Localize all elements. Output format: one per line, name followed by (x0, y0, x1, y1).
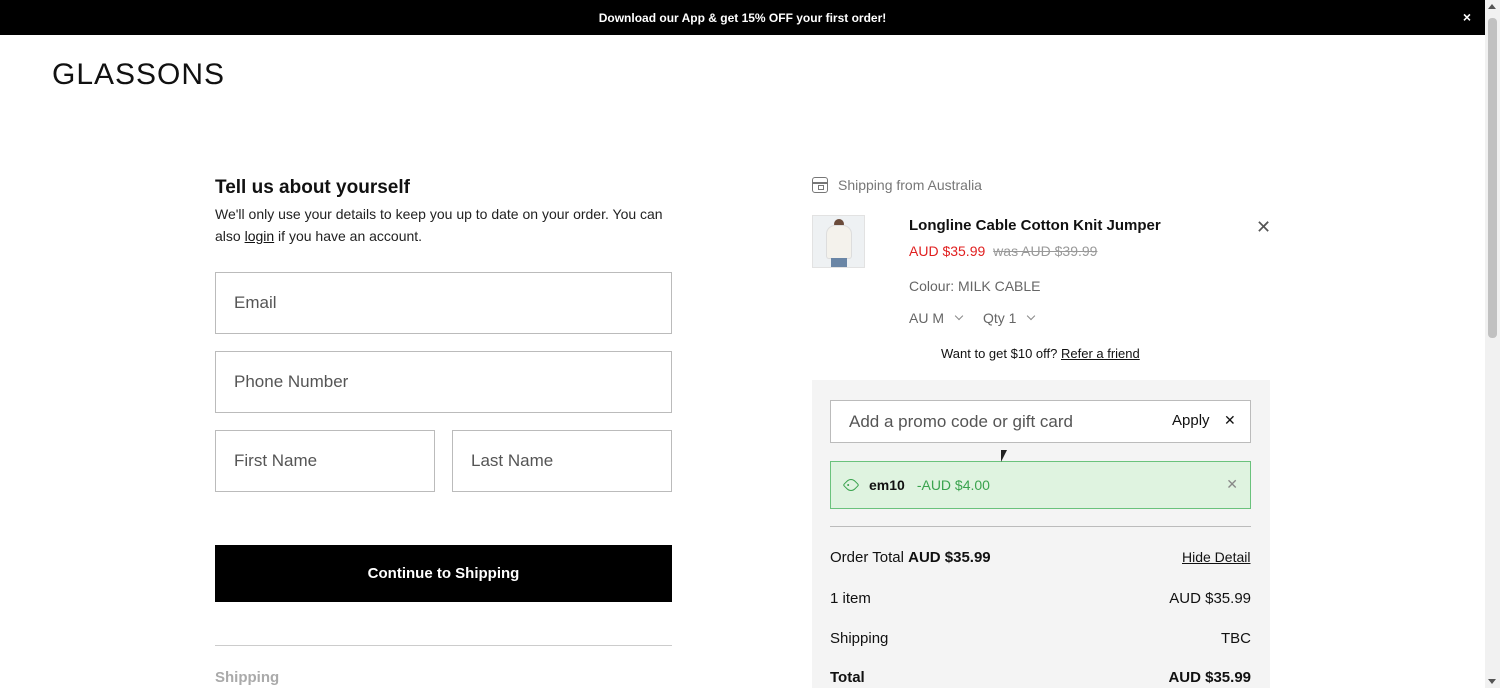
product-thumbnail[interactable] (812, 215, 865, 268)
chevron-down-icon (1027, 311, 1036, 321)
refer-friend-link[interactable]: Refer a friend (1061, 346, 1140, 361)
summary-row-value: AUD $35.99 (1169, 590, 1251, 607)
shipping-step-heading: Shipping (215, 669, 280, 686)
announcement-banner: Download our App & get 15% OFF your firs… (0, 0, 1485, 35)
shipping-origin: Shipping from Australia (812, 177, 982, 193)
tag-icon (842, 476, 860, 494)
mouse-cursor-icon (1001, 450, 1007, 462)
order-total: Order Total AUD $35.99 (830, 549, 991, 566)
scrollbar[interactable] (1485, 0, 1500, 688)
scroll-thumb[interactable] (1488, 18, 1497, 338)
scroll-up-arrow-icon[interactable] (1488, 4, 1496, 9)
apply-promo-button[interactable]: Apply (1172, 412, 1210, 429)
product-colour: Colour: MILK CABLE (909, 278, 1041, 294)
summary-row-label: 1 item (830, 590, 871, 607)
order-total-value: AUD $35.99 (908, 549, 991, 566)
divider (215, 645, 672, 646)
phone-input[interactable] (234, 372, 671, 392)
package-icon (812, 177, 828, 193)
chevron-down-icon (954, 311, 964, 321)
original-price: was AUD $39.99 (993, 243, 1098, 259)
form-subtitle: We'll only use your details to keep you … (215, 203, 675, 247)
remove-promo-icon[interactable]: ✕ (1226, 476, 1238, 493)
continue-to-shipping-button[interactable]: Continue to Shipping (215, 545, 672, 602)
last-name-input[interactable] (471, 451, 671, 471)
clear-promo-icon[interactable]: ✕ (1224, 412, 1236, 429)
email-field[interactable] (215, 272, 672, 334)
size-value: AU M (909, 310, 944, 326)
qty-value: Qty 1 (983, 310, 1017, 326)
shipping-origin-text: Shipping from Australia (838, 177, 982, 193)
product-name[interactable]: Longline Cable Cotton Knit Jumper (909, 217, 1161, 234)
quantity-select[interactable]: Qty 1 (983, 310, 1036, 326)
size-select[interactable]: AU M (909, 310, 964, 326)
last-name-field[interactable] (452, 430, 672, 492)
remove-item-icon[interactable]: ✕ (1256, 218, 1271, 236)
promo-discount: -AUD $4.00 (916, 477, 990, 493)
referral-prompt: Want to get $10 off? Refer a friend (941, 346, 1140, 361)
phone-field[interactable] (215, 351, 672, 413)
first-name-field[interactable] (215, 430, 435, 492)
product-price: AUD $35.99 was AUD $39.99 (909, 243, 1097, 259)
summary-row-label: Shipping (830, 630, 889, 647)
order-total-label: Order Total (830, 549, 904, 566)
login-link[interactable]: login (245, 228, 275, 244)
applied-promo: em10 -AUD $4.00 ✕ (830, 461, 1251, 509)
promo-code-input[interactable] (849, 411, 1149, 432)
promo-code-label: em10 (869, 477, 905, 493)
divider (830, 526, 1251, 527)
summary-total-label: Total (830, 669, 865, 686)
first-name-input[interactable] (234, 451, 434, 471)
hide-detail-link[interactable]: Hide Detail (1182, 549, 1250, 565)
form-title: Tell us about yourself (215, 177, 410, 198)
scroll-down-arrow-icon[interactable] (1488, 679, 1496, 684)
summary-row-value: TBC (1221, 630, 1251, 647)
sale-price: AUD $35.99 (909, 243, 986, 259)
banner-text: Download our App & get 15% OFF your firs… (598, 10, 887, 25)
brand-logo[interactable]: GLASSONS (52, 58, 225, 92)
subtitle-text-end: if you have an account. (274, 228, 423, 244)
email-input[interactable] (234, 293, 671, 313)
referral-text: Want to get $10 off? (941, 346, 1061, 361)
close-icon[interactable]: × (1463, 10, 1471, 24)
summary-total-value: AUD $35.99 (1168, 669, 1251, 686)
